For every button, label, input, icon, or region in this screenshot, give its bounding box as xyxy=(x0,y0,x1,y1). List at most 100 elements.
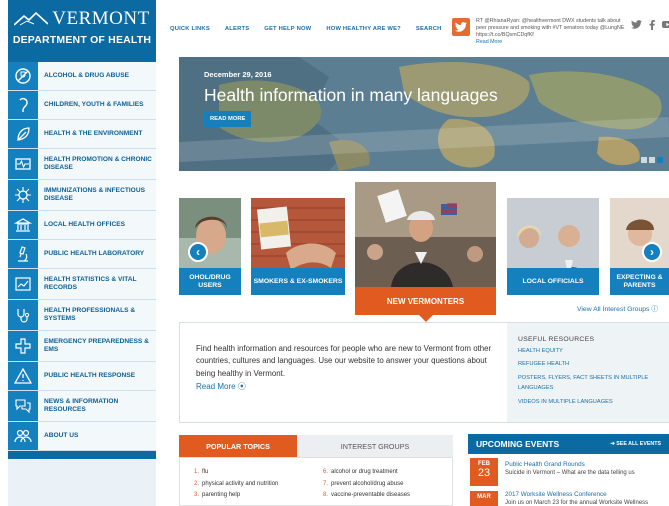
building-icon xyxy=(8,211,38,239)
interest-card-label: EXPECTING & PARENTS xyxy=(610,268,669,295)
topic-item[interactable]: 3. parenting help xyxy=(194,492,323,498)
hero-date: December 29, 2016 xyxy=(204,70,272,79)
hero-read-more-button[interactable]: READ MORE xyxy=(204,111,252,127)
tab-interest-groups[interactable]: INTEREST GROUPS xyxy=(297,435,453,457)
sidebar-item-health-statistics[interactable]: HEALTH STATISTICS & VITAL RECORDS xyxy=(8,269,156,300)
event-item[interactable]: FEB 23 Public Health Grand Rounds Suicid… xyxy=(470,458,669,486)
topic-label: flu xyxy=(202,469,209,475)
read-more-label: Read More xyxy=(196,382,236,391)
interest-card-smokers[interactable]: SMOKERS & EX-SMOKERS xyxy=(251,198,345,295)
view-all-interest-groups-link[interactable]: View All Interest Groups ⓘ xyxy=(577,303,658,313)
sidebar-item-public-health-response[interactable]: PUBLIC HEALTH RESPONSE xyxy=(8,362,156,391)
sidebar-item-alcohol-drug-abuse[interactable]: ALCOHOL & DRUG ABUSE xyxy=(8,62,156,91)
sidebar-item-label: PUBLIC HEALTH RESPONSE xyxy=(44,372,136,380)
resource-link-videos[interactable]: VIDEOS IN MULTIPLE LANGUAGES xyxy=(518,400,669,406)
sidebar-footer-bar xyxy=(8,451,156,459)
view-all-label: View All Interest Groups xyxy=(577,306,650,313)
tab-popular-topics[interactable]: POPULAR TOPICS xyxy=(179,435,297,457)
chevron-right-circle-icon: ⦿ xyxy=(237,382,246,391)
sidebar-item-health-promotion[interactable]: HEALTH PROMOTION & CHRONIC DISEASE xyxy=(8,149,156,180)
twitter-icon[interactable] xyxy=(631,20,642,32)
group-info-panel: Find health information and resources fo… xyxy=(179,322,669,423)
top-nav: QUICK LINKS ALERTS GET HELP NOW HOW HEAL… xyxy=(170,26,442,32)
interest-card-local-officials[interactable]: LOCAL OFFICIALS xyxy=(507,198,599,295)
sidebar-item-children-youth-families[interactable]: CHILDREN, YOUTH & FAMILIES xyxy=(8,91,156,120)
topic-number: 2. xyxy=(194,480,200,487)
hero-pager xyxy=(641,157,663,163)
resource-link-health-equity[interactable]: HEALTH EQUITY xyxy=(518,348,669,355)
sidebar-item-health-environment[interactable]: HEALTH & THE ENVIRONMENT xyxy=(8,120,156,149)
search-link[interactable]: SEARCH xyxy=(416,26,442,32)
brand-subtitle: DEPARTMENT OF HEALTH xyxy=(12,34,152,46)
chevron-right-circle-icon: ➔ xyxy=(610,441,615,447)
sidebar-nav: ALCOHOL & DRUG ABUSE CHILDREN, YOUTH & F… xyxy=(8,62,156,451)
hero-pager-dot-active[interactable] xyxy=(657,157,663,163)
topic-item[interactable]: 1. flu xyxy=(194,469,323,475)
active-card-pointer xyxy=(418,314,434,322)
sidebar-item-label: HEALTH PROFESSIONALS & SYSTEMS xyxy=(44,307,136,322)
facebook-icon[interactable] xyxy=(649,20,655,32)
logo[interactable]: VERMONT DEPARTMENT OF HEALTH xyxy=(8,0,156,62)
event-date-badge: MAR xyxy=(470,491,498,506)
youtube-icon[interactable] xyxy=(662,20,669,32)
topic-label: vaccine-preventable diseases xyxy=(331,492,411,498)
topics-column-right: 6. alcohol or drug treatment 7. prevent al… xyxy=(323,469,452,505)
hero-pager-dot[interactable] xyxy=(641,157,647,163)
sidebar-item-news-information[interactable]: NEWS & INFORMATION RESOURCES xyxy=(8,391,156,422)
sidebar-item-label: PUBLIC HEALTH LABORATORY xyxy=(44,250,145,258)
sidebar-item-health-professionals[interactable]: HEALTH PROFESSIONALS & SYSTEMS xyxy=(8,300,156,331)
stethoscope-icon xyxy=(8,300,38,330)
topic-item[interactable]: 7. prevent alcohol/drug abuse xyxy=(323,481,452,487)
interest-card-new-vermonters[interactable] xyxy=(355,182,496,287)
topic-number: 6. xyxy=(323,469,329,475)
topic-number: 8. xyxy=(323,492,329,498)
popular-topics-list: 1. flu 2. physical activity and nutrition … xyxy=(179,457,453,506)
topic-number: 7. xyxy=(323,480,329,487)
topic-item[interactable]: 8. vaccine-preventable diseases xyxy=(323,492,452,498)
event-title[interactable]: 2017 Worksite Wellness Conference xyxy=(505,491,648,498)
resource-link-posters-flyers[interactable]: POSTERS, FLYERS, FACT SHEETS IN MULTIPLE… xyxy=(518,374,669,393)
see-all-events-link[interactable]: ➔ SEE ALL EVENTS xyxy=(610,441,661,447)
interest-card-label: OHOL/DRUG USERS xyxy=(179,268,241,295)
resource-link-refugee-health[interactable]: REFUGEE HEALTH xyxy=(518,361,669,368)
sidebar-item-public-health-laboratory[interactable]: PUBLIC HEALTH LABORATORY xyxy=(8,240,156,269)
sidebar-item-emergency-preparedness[interactable]: EMERGENCY PREPAREDNESS & EMS xyxy=(8,331,156,362)
carousel-prev-button[interactable]: ‹ xyxy=(188,242,208,262)
quick-links-link[interactable]: QUICK LINKS xyxy=(170,26,210,32)
topics-column-left: 1. flu 2. physical activity and nutrition … xyxy=(194,469,323,505)
carousel-next-button[interactable]: › xyxy=(642,242,662,262)
event-title[interactable]: Public Health Grand Rounds xyxy=(505,461,635,468)
topic-label: prevent alcohol/drug abuse xyxy=(331,480,404,487)
hero-pager-dot[interactable] xyxy=(649,157,655,163)
microscope-icon xyxy=(8,240,38,268)
event-item[interactable]: MAR 2017 Worksite Wellness Conference Jo… xyxy=(470,491,669,506)
alerts-link[interactable]: ALERTS xyxy=(225,26,249,32)
sidebar-item-immunizations[interactable]: IMMUNIZATIONS & INFECTIOUS DISEASE xyxy=(8,180,156,211)
topic-number: 3. xyxy=(194,492,200,498)
topic-label: physical activity and nutrition xyxy=(202,480,279,487)
see-all-events-label: SEE ALL EVENTS xyxy=(616,441,661,447)
get-help-now-link[interactable]: GET HELP NOW xyxy=(264,26,311,32)
sidebar-item-label: ABOUT US xyxy=(44,432,79,440)
upcoming-events-header: UPCOMING EVENTS ➔ SEE ALL EVENTS xyxy=(468,434,669,454)
topic-item[interactable]: 2. physical activity and nutrition xyxy=(194,481,323,487)
interest-card-label: LOCAL OFFICIALS xyxy=(507,268,599,295)
no-alcohol-icon xyxy=(8,62,38,90)
event-month: FEB xyxy=(478,461,490,467)
warning-icon xyxy=(8,362,38,390)
people-icon xyxy=(8,422,38,450)
medical-cross-icon xyxy=(8,331,38,361)
sidebar-item-about-us[interactable]: ABOUT US xyxy=(8,422,156,451)
topic-item[interactable]: 6. alcohol or drug treatment xyxy=(323,469,452,475)
group-read-more-link[interactable]: Read More ⦿ xyxy=(196,381,246,392)
sidebar-item-label: HEALTH STATISTICS & VITAL RECORDS xyxy=(44,276,137,291)
tweet-read-more-link[interactable]: Read More xyxy=(476,39,502,45)
sidebar-item-local-health-offices[interactable]: LOCAL HEALTH OFFICES xyxy=(8,211,156,240)
virus-icon xyxy=(8,180,38,210)
interest-card-label-active[interactable]: NEW VERMONTERS xyxy=(355,287,496,315)
event-date-badge: FEB 23 xyxy=(470,458,498,486)
twitter-bird-icon[interactable] xyxy=(452,18,470,36)
sidebar-item-label: ALCOHOL & DRUG ABUSE xyxy=(44,72,129,80)
how-healthy-link[interactable]: HOW HEALTHY ARE WE? xyxy=(326,26,401,32)
hero-banner[interactable]: December 29, 2016 Health information in … xyxy=(179,57,669,171)
